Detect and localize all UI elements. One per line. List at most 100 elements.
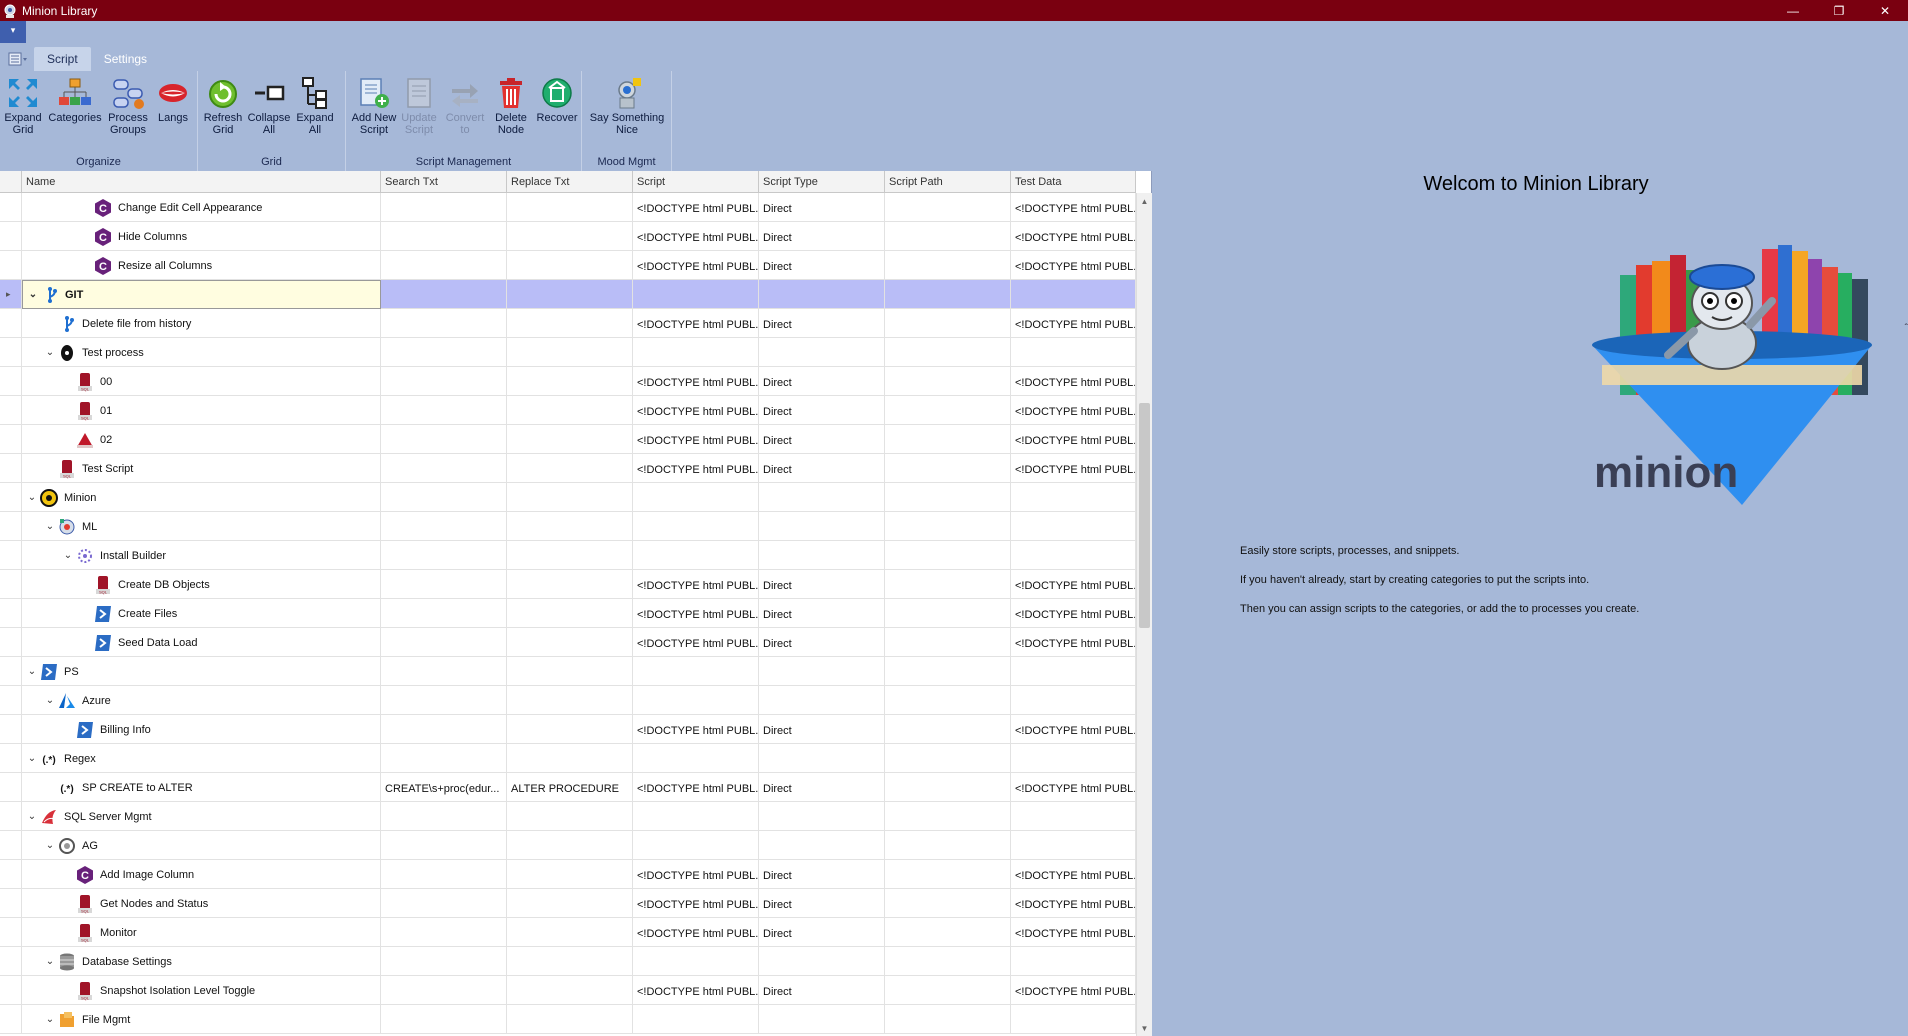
- script-path-cell[interactable]: [885, 222, 1011, 251]
- script-cell[interactable]: <!DOCTYPE html PUBL...: [633, 193, 759, 222]
- table-row[interactable]: (.*) SP CREATE to ALTER CREATE\s+proc(edur…: [0, 773, 1136, 802]
- search-txt-cell[interactable]: [381, 280, 507, 309]
- replace-txt-cell[interactable]: [507, 570, 633, 599]
- script-type-cell[interactable]: Direct: [759, 976, 885, 1005]
- row-indicator[interactable]: [0, 715, 22, 744]
- column-header-script-path[interactable]: Script Path: [885, 171, 1011, 193]
- script-cell[interactable]: [633, 280, 759, 309]
- search-txt-cell[interactable]: [381, 1005, 507, 1034]
- replace-txt-cell[interactable]: [507, 947, 633, 976]
- table-row[interactable]: Create Files <!DOCTYPE html PUBL... Direct…: [0, 599, 1136, 628]
- script-type-cell[interactable]: Direct: [759, 309, 885, 338]
- script-path-cell[interactable]: [885, 367, 1011, 396]
- search-txt-cell[interactable]: CREATE\s+proc(edur...: [381, 773, 507, 802]
- script-cell[interactable]: <!DOCTYPE html PUBL...: [633, 309, 759, 338]
- name-cell[interactable]: ⌄ SQL Server Mgmt: [22, 802, 381, 831]
- script-path-cell[interactable]: [885, 454, 1011, 483]
- script-path-cell[interactable]: [885, 918, 1011, 947]
- name-cell[interactable]: SQL Create DB Objects: [22, 570, 381, 599]
- test-data-cell[interactable]: [1011, 947, 1136, 976]
- script-type-cell[interactable]: Direct: [759, 367, 885, 396]
- script-cell[interactable]: [633, 947, 759, 976]
- replace-txt-cell[interactable]: [507, 744, 633, 773]
- name-cell[interactable]: ⌄ File Mgmt: [22, 1005, 381, 1034]
- name-cell[interactable]: Create Files: [22, 599, 381, 628]
- row-indicator[interactable]: [0, 512, 22, 541]
- row-indicator[interactable]: [0, 338, 22, 367]
- row-indicator[interactable]: [0, 686, 22, 715]
- replace-txt-cell[interactable]: [507, 889, 633, 918]
- app-menu-icon[interactable]: [8, 51, 28, 67]
- search-txt-cell[interactable]: [381, 860, 507, 889]
- test-data-cell[interactable]: <!DOCTYPE html PUBL...: [1011, 396, 1136, 425]
- table-row[interactable]: SQL Create DB Objects <!DOCTYPE html PUBL.…: [0, 570, 1136, 599]
- test-data-cell[interactable]: <!DOCTYPE html PUBL...: [1011, 222, 1136, 251]
- script-type-cell[interactable]: Direct: [759, 773, 885, 802]
- search-txt-cell[interactable]: [381, 918, 507, 947]
- search-txt-cell[interactable]: [381, 686, 507, 715]
- search-txt-cell[interactable]: [381, 541, 507, 570]
- script-cell[interactable]: <!DOCTYPE html PUBL...: [633, 425, 759, 454]
- script-path-cell[interactable]: [885, 628, 1011, 657]
- test-data-cell[interactable]: [1011, 338, 1136, 367]
- table-row[interactable]: Seed Data Load <!DOCTYPE html PUBL... Dire…: [0, 628, 1136, 657]
- replace-txt-cell[interactable]: [507, 715, 633, 744]
- minimize-button[interactable]: —: [1770, 0, 1816, 21]
- name-cell[interactable]: C Add Image Column: [22, 860, 381, 889]
- row-indicator[interactable]: [0, 541, 22, 570]
- name-cell[interactable]: 02: [22, 425, 381, 454]
- row-indicator[interactable]: [0, 947, 22, 976]
- script-path-cell[interactable]: [885, 686, 1011, 715]
- replace-txt-cell[interactable]: [507, 918, 633, 947]
- search-txt-cell[interactable]: [381, 425, 507, 454]
- chevron-down-icon[interactable]: ⌄: [44, 1014, 56, 1026]
- name-cell[interactable]: SQL Get Nodes and Status: [22, 889, 381, 918]
- script-cell[interactable]: <!DOCTYPE html PUBL...: [633, 251, 759, 280]
- script-path-cell[interactable]: [885, 396, 1011, 425]
- script-cell[interactable]: [633, 802, 759, 831]
- test-data-cell[interactable]: <!DOCTYPE html PUBL...: [1011, 454, 1136, 483]
- test-data-cell[interactable]: <!DOCTYPE html PUBL...: [1011, 193, 1136, 222]
- test-data-cell[interactable]: [1011, 280, 1136, 309]
- replace-txt-cell[interactable]: [507, 657, 633, 686]
- search-txt-cell[interactable]: [381, 831, 507, 860]
- search-txt-cell[interactable]: [381, 570, 507, 599]
- script-path-cell[interactable]: [885, 338, 1011, 367]
- row-indicator[interactable]: [0, 309, 22, 338]
- chevron-down-icon[interactable]: ⌄: [26, 753, 38, 765]
- test-data-cell[interactable]: <!DOCTYPE html PUBL...: [1011, 860, 1136, 889]
- table-row[interactable]: Billing Info <!DOCTYPE html PUBL... Direct…: [0, 715, 1136, 744]
- chevron-down-icon[interactable]: ⌄: [26, 666, 38, 678]
- name-cell[interactable]: SQL Test Script: [22, 454, 381, 483]
- test-data-cell[interactable]: [1011, 1005, 1136, 1034]
- search-txt-cell[interactable]: [381, 251, 507, 280]
- script-type-cell[interactable]: Direct: [759, 889, 885, 918]
- replace-txt-cell[interactable]: [507, 802, 633, 831]
- update-script-button[interactable]: Update Script: [396, 75, 442, 141]
- script-cell[interactable]: [633, 338, 759, 367]
- script-path-cell[interactable]: [885, 309, 1011, 338]
- row-indicator[interactable]: [0, 599, 22, 628]
- name-cell[interactable]: ⌄ (.*) Regex: [22, 744, 381, 773]
- test-data-cell[interactable]: <!DOCTYPE html PUBL...: [1011, 715, 1136, 744]
- test-data-cell[interactable]: <!DOCTYPE html PUBL...: [1011, 918, 1136, 947]
- test-data-cell[interactable]: [1011, 541, 1136, 570]
- table-row[interactable]: SQL 01 <!DOCTYPE html PUBL... Direct <!DOCTY…: [0, 396, 1136, 425]
- row-indicator[interactable]: ▸: [0, 280, 22, 309]
- replace-txt-cell[interactable]: [507, 222, 633, 251]
- search-txt-cell[interactable]: [381, 744, 507, 773]
- script-path-cell[interactable]: [885, 599, 1011, 628]
- search-txt-cell[interactable]: [381, 512, 507, 541]
- row-indicator[interactable]: [0, 889, 22, 918]
- replace-txt-cell[interactable]: [507, 686, 633, 715]
- script-type-cell[interactable]: [759, 483, 885, 512]
- collapse-all-button[interactable]: Collapse All: [246, 75, 292, 141]
- column-header-name[interactable]: Name: [22, 171, 381, 193]
- script-type-cell[interactable]: [759, 1005, 885, 1034]
- replace-txt-cell[interactable]: [507, 483, 633, 512]
- row-indicator[interactable]: [0, 367, 22, 396]
- script-path-cell[interactable]: [885, 512, 1011, 541]
- chevron-down-icon[interactable]: ⌄: [27, 289, 39, 301]
- table-row[interactable]: C Hide Columns <!DOCTYPE html PUBL... Direc…: [0, 222, 1136, 251]
- script-type-cell[interactable]: Direct: [759, 222, 885, 251]
